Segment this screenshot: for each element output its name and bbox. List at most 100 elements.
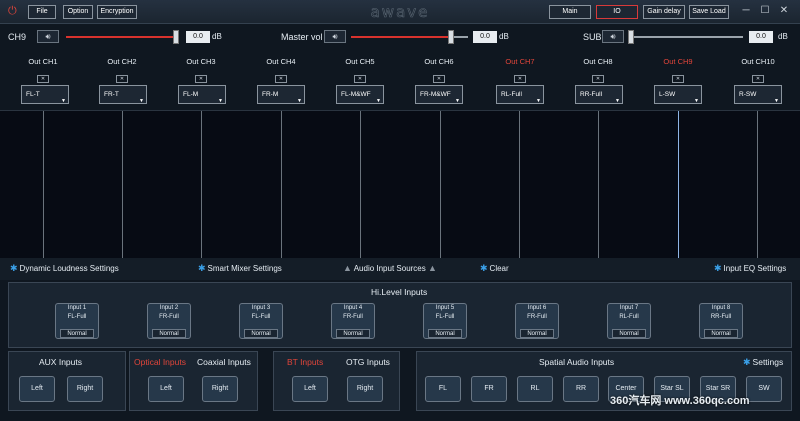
routing-matrix-area[interactable] (0, 110, 800, 259)
settings-toolbar: ✱ Dynamic Loudness Settings ✱ Smart Mixer … (0, 258, 800, 280)
channel-mute-icon[interactable]: ✕ (752, 75, 764, 83)
channel-9: Out CH9 ✕ L-SW ▼ (642, 57, 714, 104)
gear-icon: ✱ (10, 263, 18, 273)
ch9-volume-thumb[interactable] (173, 30, 179, 44)
coaxial-inputs-title[interactable]: Coaxial Inputs (197, 357, 251, 367)
ch9-volume-unit: dB (212, 32, 222, 41)
channel-assign-select[interactable]: FL-M&WF ▼ (336, 85, 384, 104)
channel-mute-icon[interactable]: ✕ (116, 75, 128, 83)
chevron-down-icon: ▼ (297, 98, 302, 104)
input-3-button[interactable]: Input 3 FL-Full Normal (239, 303, 283, 339)
channel-5: Out CH5 ✕ FL-M&WF ▼ (324, 57, 396, 104)
channel-assign-select[interactable]: R-SW ▼ (734, 85, 782, 104)
close-icon[interactable]: ✕ (776, 3, 792, 19)
ch9-speaker-icon[interactable]: 🔊︎ (37, 30, 59, 43)
brand-logo: awave (370, 3, 430, 22)
channel-assign-select[interactable]: FL-T ▼ (21, 85, 69, 104)
input-5-button[interactable]: Input 5 FL-Full Normal (423, 303, 467, 339)
channel-assign-select[interactable]: FR-M ▼ (257, 85, 305, 104)
channel-mute-icon[interactable]: ✕ (275, 75, 287, 83)
channel-1: Out CH1 ✕ FL-T ▼ (7, 57, 79, 104)
chevron-down-icon: ▼ (536, 98, 541, 104)
aux-right-button[interactable]: Right (67, 376, 103, 402)
chevron-down-icon: ▼ (61, 98, 66, 104)
main-tab-button[interactable]: Main (549, 5, 591, 19)
sub-volume-thumb[interactable] (628, 30, 634, 44)
channel-mute-icon[interactable]: ✕ (672, 75, 684, 83)
arrow-up-icon: ▲ (427, 263, 437, 273)
channel-assign-select[interactable]: FL-M ▼ (178, 85, 226, 104)
input-6-button[interactable]: Input 6 FR-Full Normal (515, 303, 559, 339)
sub-volume-slider[interactable] (630, 36, 743, 38)
channel-assign-select[interactable]: RR-Full ▼ (575, 85, 623, 104)
channel-assign-select[interactable]: FR-M&WF ▼ (415, 85, 463, 104)
arrow-up-icon: ▲ (343, 263, 352, 273)
spatial-fr-button[interactable]: FR (471, 376, 507, 402)
top-bar: ⏻ File Option Encryption awave Main IO G… (0, 0, 800, 24)
channel-label: Out CH5 (345, 57, 375, 66)
master-volume-value[interactable]: 0.0 (473, 31, 497, 43)
channel-assign-select[interactable]: RL-Full ▼ (496, 85, 544, 104)
channel-assign-select[interactable]: L-SW ▼ (654, 85, 702, 104)
smart-mixer-settings-button[interactable]: ✱ Smart Mixer Settings (198, 263, 282, 274)
minimize-icon[interactable]: ─ (738, 3, 754, 19)
spatial-rr-button[interactable]: RR (563, 376, 599, 402)
otg-left-button[interactable]: Left (292, 376, 328, 402)
encryption-menu-button[interactable]: Encryption (97, 5, 137, 19)
input-2-button[interactable]: Input 2 FR-Full Normal (147, 303, 191, 339)
audio-input-sources-button[interactable]: ▲ Audio Input Sources ▲ (343, 263, 437, 273)
spatial-settings-button[interactable]: ✱ Settings (743, 357, 783, 368)
channel-mute-icon[interactable]: ✕ (433, 75, 445, 83)
channel-label: Out CH2 (107, 57, 137, 66)
otg-right-button[interactable]: Right (347, 376, 383, 402)
clear-button[interactable]: ✱ Clear (480, 263, 509, 274)
dynamic-loudness-settings-button[interactable]: ✱ Dynamic Loudness Settings (10, 263, 119, 274)
gain-delay-tab-button[interactable]: Gain delay (643, 5, 685, 19)
spatial-audio-inputs-title: Spatial Audio Inputs (539, 357, 615, 367)
coaxial-right-button[interactable]: Right (202, 376, 238, 402)
maximize-icon[interactable]: ☐ (757, 3, 773, 19)
otg-inputs-title[interactable]: OTG Inputs (346, 357, 390, 367)
channel-mute-icon[interactable]: ✕ (37, 75, 49, 83)
io-tab-button[interactable]: IO (596, 5, 638, 19)
option-menu-button[interactable]: Option (63, 5, 93, 19)
spatial-sw-button[interactable]: SW (746, 376, 782, 402)
master-speaker-icon[interactable]: 🔊︎ (324, 30, 346, 43)
input-1-button[interactable]: Input 1 FL-Full Normal (55, 303, 99, 339)
coaxial-left-button[interactable]: Left (148, 376, 184, 402)
channel-mute-icon[interactable]: ✕ (195, 75, 207, 83)
chevron-down-icon: ▼ (455, 98, 460, 104)
channel-mute-icon[interactable]: ✕ (354, 75, 366, 83)
channel-label: Out CH9 (663, 57, 693, 66)
gear-icon: ✱ (743, 357, 751, 367)
channel-mute-icon[interactable]: ✕ (514, 75, 526, 83)
sub-volume-value[interactable]: 0.0 (749, 31, 773, 43)
input-4-button[interactable]: Input 4 FR-Full Normal (331, 303, 375, 339)
master-volume-unit: dB (499, 32, 509, 41)
sub-speaker-icon[interactable]: 🔊︎ (602, 30, 624, 43)
master-volume-thumb[interactable] (448, 30, 454, 44)
spatial-fl-button[interactable]: FL (425, 376, 461, 402)
save-load-tab-button[interactable]: Save Load (689, 5, 729, 19)
power-icon[interactable]: ⏻ (8, 5, 20, 17)
bt-inputs-tab[interactable]: BT Inputs (287, 357, 323, 367)
input-8-button[interactable]: Input 8 RR-Full Normal (699, 303, 743, 339)
channel-label: Out CH10 (741, 57, 775, 66)
channel-7: Out CH7 ✕ RL-Full ▼ (484, 57, 556, 104)
ch9-volume-value[interactable]: 0.0 (186, 31, 210, 43)
file-menu-button[interactable]: File (28, 5, 56, 19)
channel-line (360, 111, 361, 259)
channel-line (440, 111, 441, 259)
aux-left-button[interactable]: Left (19, 376, 55, 402)
channel-line (678, 111, 679, 259)
input-eq-settings-button[interactable]: ✱ Input EQ Settings (714, 263, 786, 274)
input-7-button[interactable]: Input 7 RL-Full Normal (607, 303, 651, 339)
spatial-rl-button[interactable]: RL (517, 376, 553, 402)
channel-6: Out CH6 ✕ FR-M&WF ▼ (403, 57, 475, 104)
channel-line (281, 111, 282, 259)
optical-inputs-tab[interactable]: Optical Inputs (134, 357, 186, 367)
channel-mute-icon[interactable]: ✕ (592, 75, 604, 83)
chevron-down-icon: ▼ (218, 98, 223, 104)
sub-volume-label: SUB (583, 32, 602, 42)
channel-assign-select[interactable]: FR-T ▼ (99, 85, 147, 104)
